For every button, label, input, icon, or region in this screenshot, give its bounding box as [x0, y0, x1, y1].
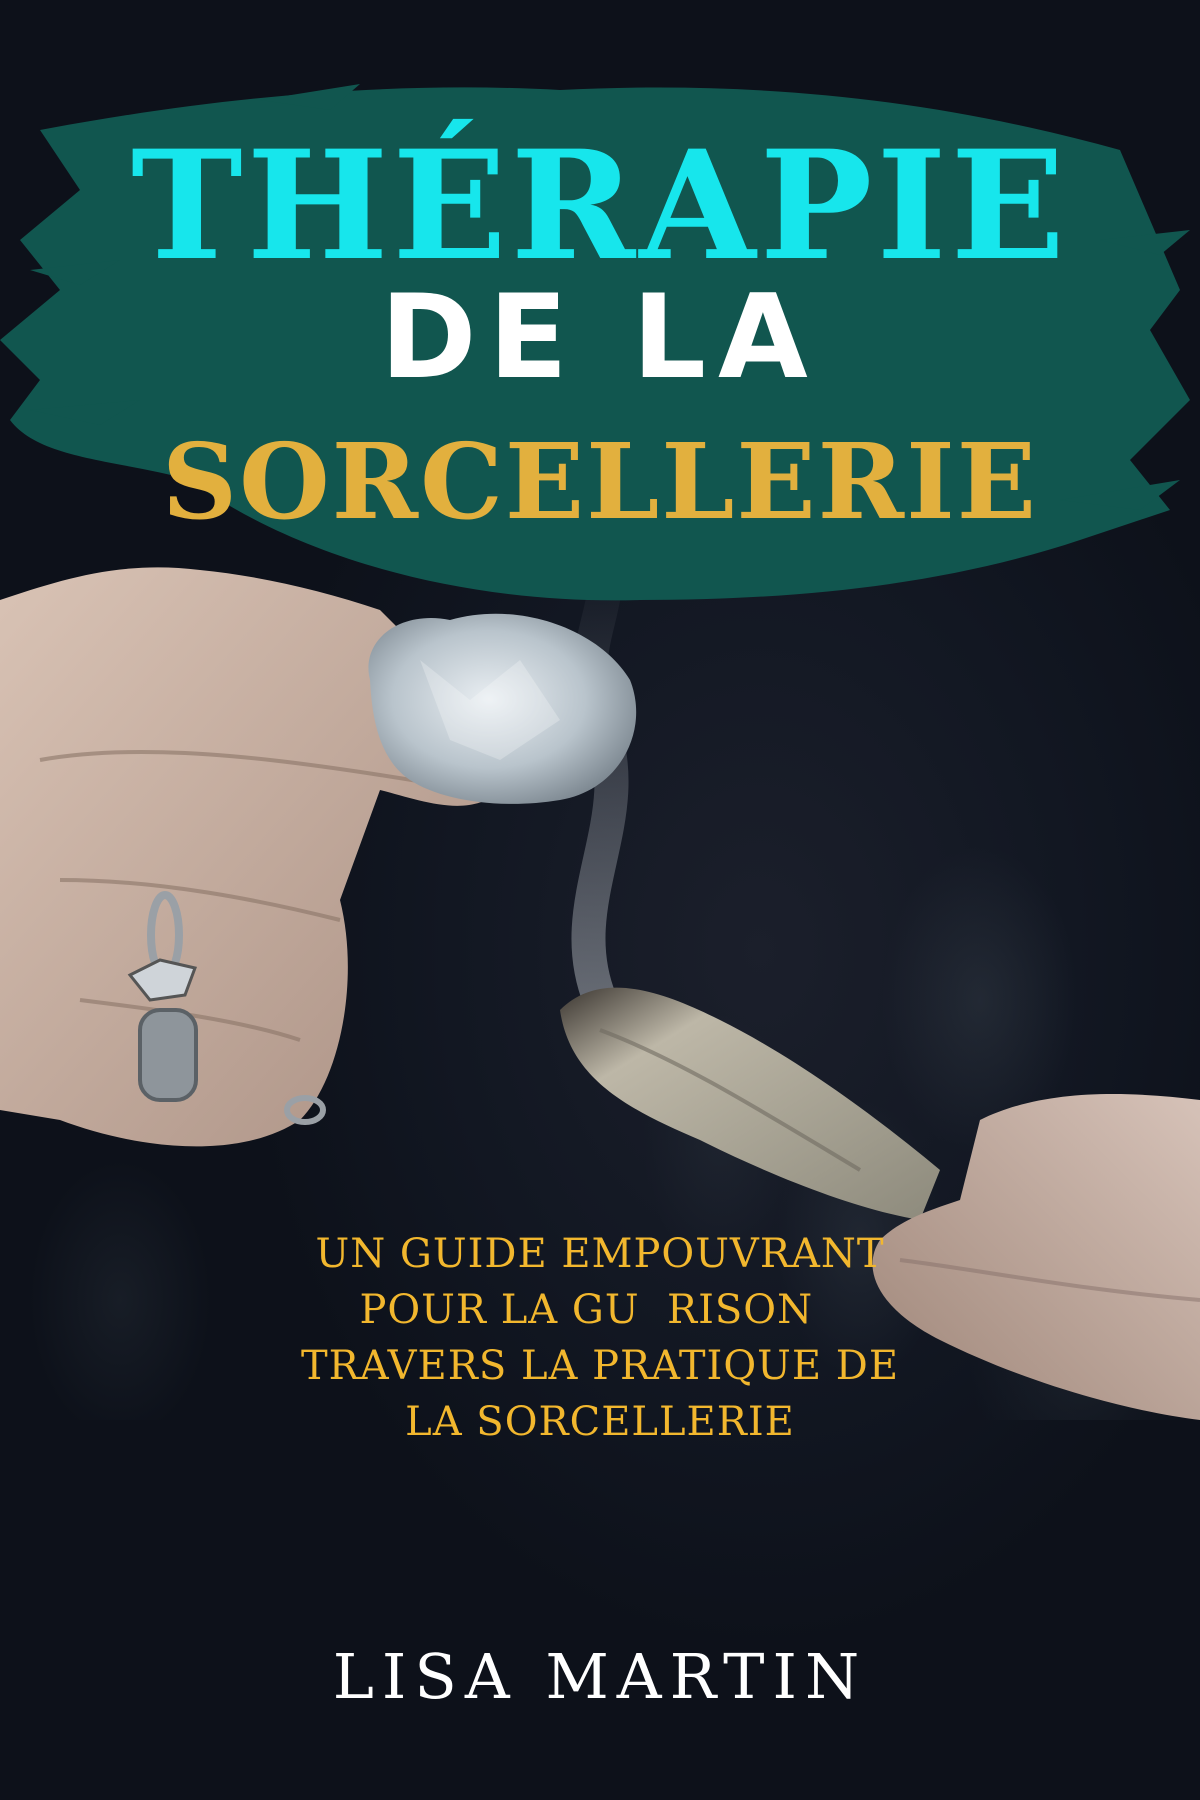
title-de-la: DE LA: [380, 270, 820, 405]
title-sorcellerie: SORCELLERIE: [161, 420, 1039, 543]
title-therapie: THÉRAPIE: [130, 118, 1069, 294]
subtitle-line-4: LA SORCELLERIE: [405, 1399, 795, 1445]
subtitle-line-1: UN GUIDE EMPOUVRANT: [315, 1231, 885, 1277]
book-cover: THÉRAPIE DE LA SORCELLERIE UN GUIDE EMPO…: [0, 0, 1200, 1800]
subtitle-line-2: POUR LA GU RISON: [359, 1287, 841, 1333]
subtitle-line-3: TRAVERS LA PRATIQUE DE: [300, 1343, 900, 1389]
author-name: LISA MARTIN: [332, 1640, 868, 1713]
wide-ring: [138, 1008, 198, 1102]
subtitle: UN GUIDE EMPOUVRANT POUR LA GU RISON TRA…: [240, 1226, 960, 1450]
